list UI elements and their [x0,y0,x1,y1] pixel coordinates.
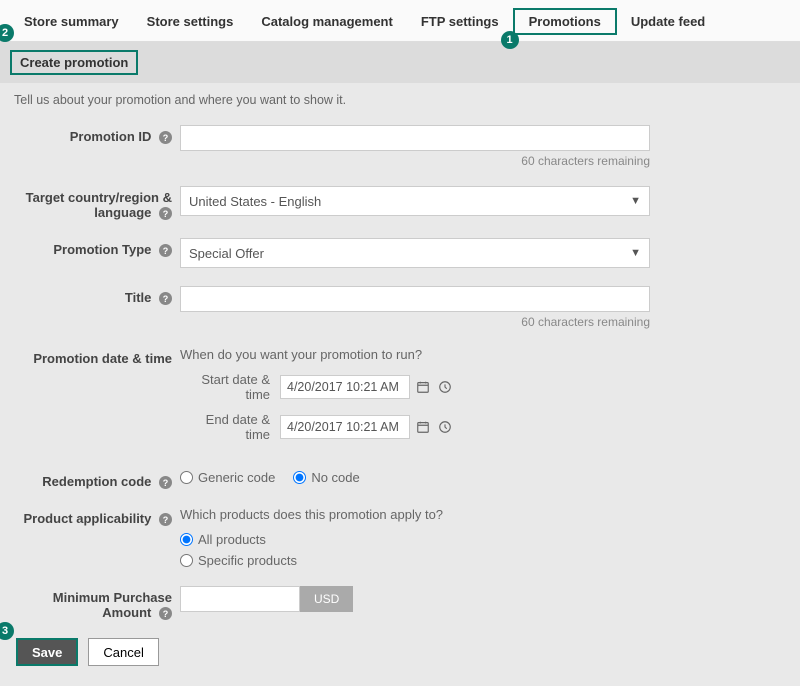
tab-update-feed[interactable]: Update feed [617,8,719,35]
chevron-down-icon: ▼ [630,247,641,259]
save-button[interactable]: Save [16,638,78,666]
tab-catalog-management[interactable]: Catalog management [247,8,406,35]
label-promotion-type: Promotion Type ? [10,238,180,257]
help-icon[interactable]: ? [159,131,172,144]
radio-no-code[interactable]: No code [293,470,359,485]
end-date-input[interactable] [280,415,410,439]
annotation-1: 1 [501,31,519,49]
label-start-date: Start date & time [180,372,280,402]
target-select-value: United States - English [189,194,321,209]
label-end-date: End date & time [180,412,280,442]
title-hint: 60 characters remaining [180,315,650,329]
promotion-id-hint: 60 characters remaining [180,154,650,168]
date-desc: When do you want your promotion to run? [180,347,790,362]
section-title: Create promotion [10,50,138,75]
content-area: 2 Create promotion Tell us about your pr… [0,42,800,686]
tab-promotions[interactable]: Promotions [513,8,617,35]
tab-bar: Store summary Store settings Catalog man… [0,0,800,42]
section-description: Tell us about your promotion and where y… [10,93,790,107]
calendar-icon[interactable] [414,418,432,436]
help-icon[interactable]: ? [159,476,172,489]
radio-generic-code[interactable]: Generic code [180,470,275,485]
label-applicability: Product applicability ? [10,507,180,526]
applicability-desc: Which products does this promotion apply… [180,507,790,522]
chevron-down-icon: ▼ [630,195,641,207]
clock-icon[interactable] [436,378,454,396]
label-min-purchase: Minimum Purchase Amount ? [10,586,180,620]
tab-ftp-settings[interactable]: FTP settings [407,8,513,35]
label-target: Target country/region & language ? [10,186,180,220]
help-icon[interactable]: ? [159,513,172,526]
radio-specific-products[interactable]: Specific products [180,553,297,568]
tab-store-summary[interactable]: Store summary [10,8,133,35]
help-icon[interactable]: ? [159,244,172,257]
cancel-button[interactable]: Cancel [88,638,158,666]
radio-all-products[interactable]: All products [180,532,266,547]
target-select[interactable]: United States - English ▼ [180,186,650,216]
section-header: 2 Create promotion [0,42,800,83]
help-icon[interactable]: ? [159,292,172,305]
label-date-time: Promotion date & time [10,347,180,366]
title-input[interactable] [180,286,650,312]
help-icon[interactable]: ? [159,607,172,620]
promotion-type-select[interactable]: Special Offer ▼ [180,238,650,268]
promotion-type-value: Special Offer [189,246,264,261]
start-date-input[interactable] [280,375,410,399]
min-purchase-input[interactable] [180,586,300,612]
annotation-3: 3 [0,622,14,640]
help-icon[interactable]: ? [159,207,172,220]
currency-label: USD [300,586,353,612]
label-redemption: Redemption code ? [10,470,180,489]
label-promotion-id: Promotion ID ? [10,125,180,144]
calendar-icon[interactable] [414,378,432,396]
promotion-id-input[interactable] [180,125,650,151]
clock-icon[interactable] [436,418,454,436]
label-title: Title ? [10,286,180,305]
tab-store-settings[interactable]: Store settings [133,8,248,35]
